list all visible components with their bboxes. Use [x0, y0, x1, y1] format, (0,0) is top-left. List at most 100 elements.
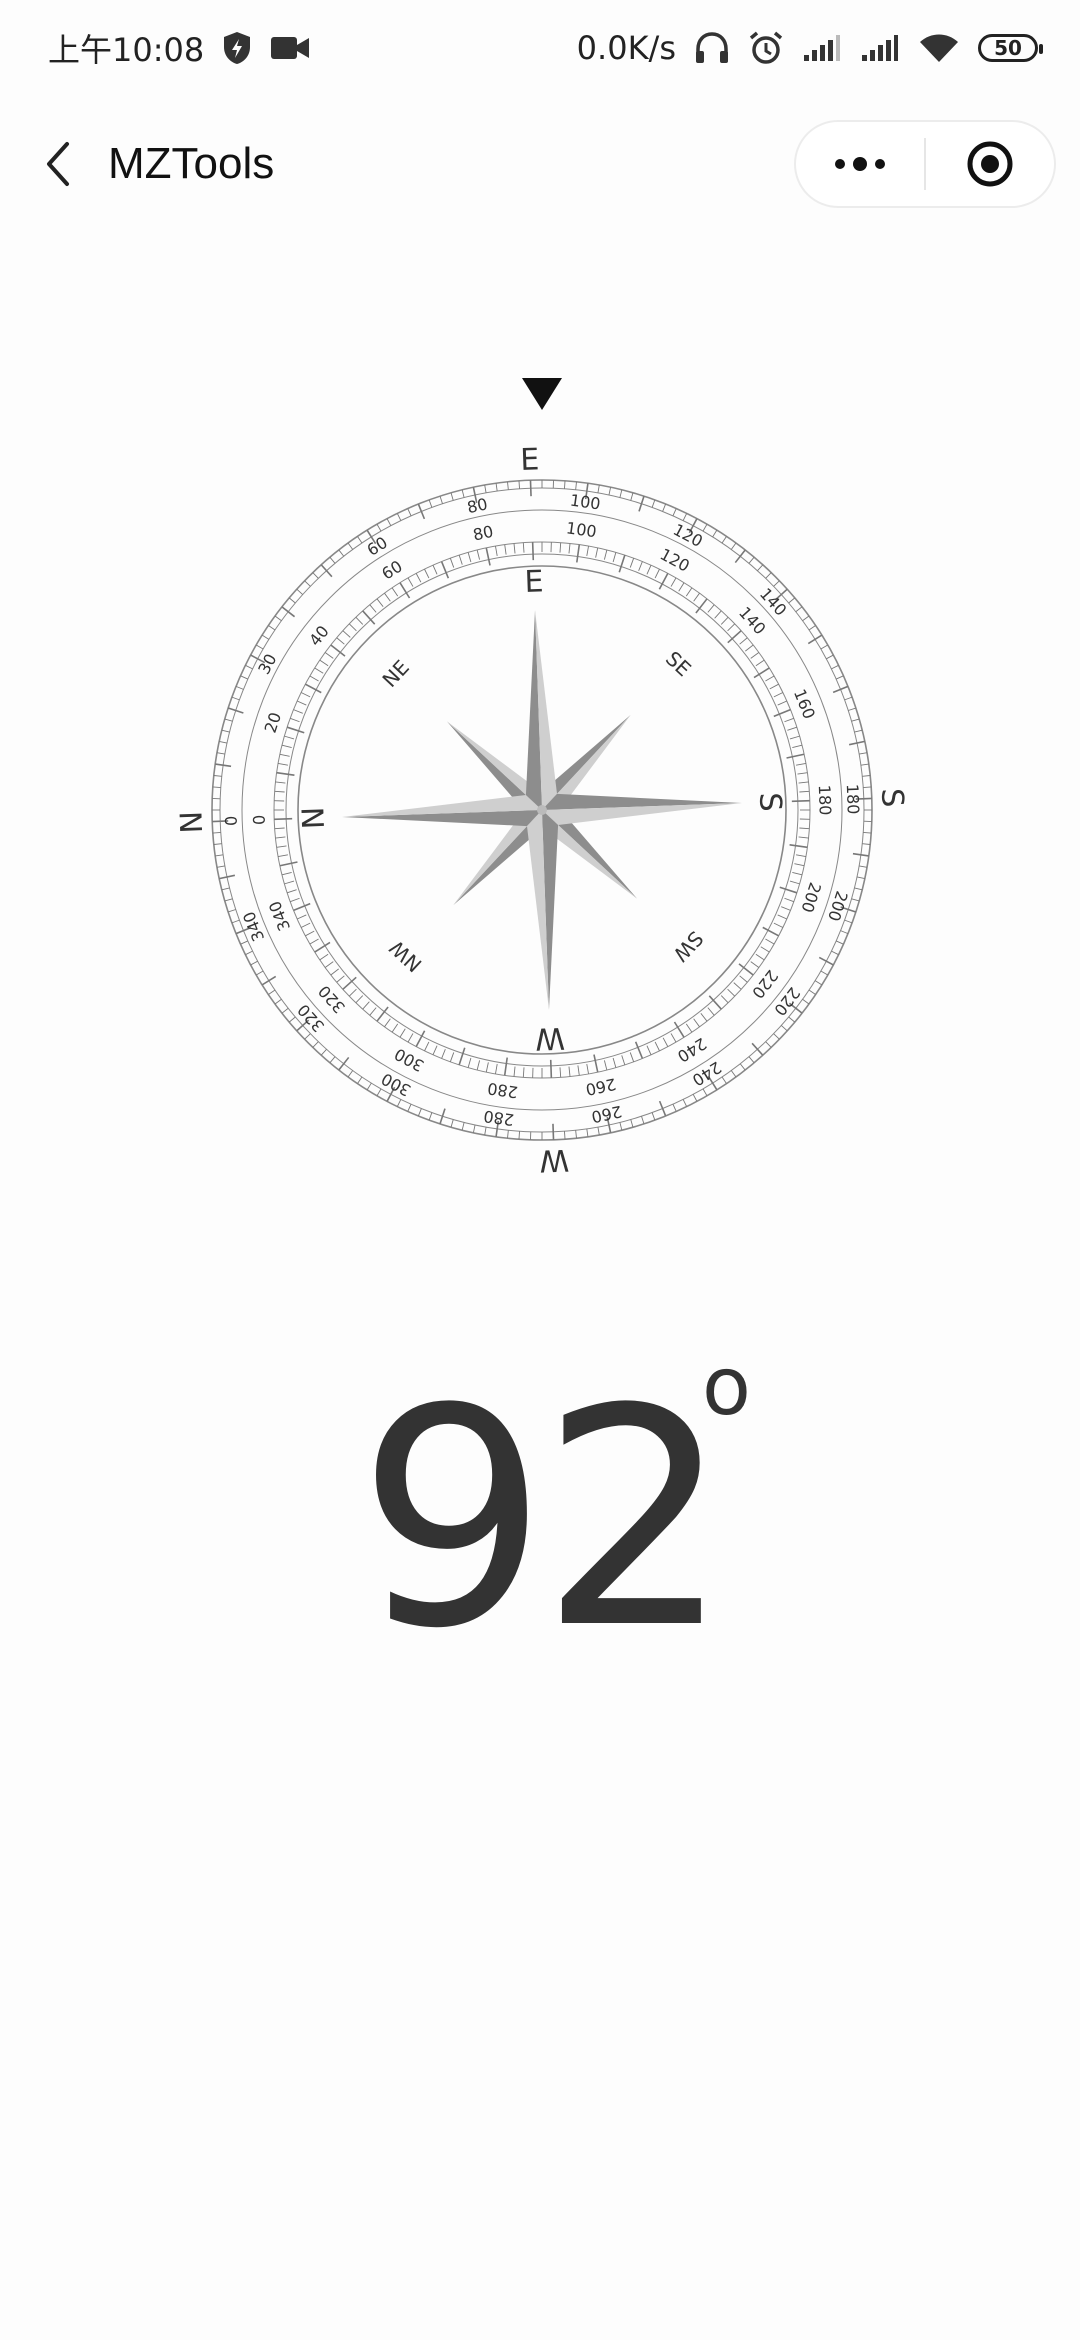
- inner-tick: [777, 914, 788, 920]
- inner-degree-label: 0: [250, 814, 269, 825]
- outer-tick: [296, 588, 304, 595]
- inner-tick: [309, 675, 319, 682]
- outer-tick: [507, 481, 509, 490]
- inner-tick: [476, 1060, 481, 1071]
- inner-tick: [407, 577, 414, 587]
- outer-tick: [712, 529, 718, 538]
- signal-icon: [860, 33, 900, 63]
- outer-degree-label: 60: [364, 533, 391, 560]
- close-button[interactable]: [926, 122, 1054, 206]
- inner-tick: [769, 683, 779, 690]
- inner-tick: [504, 544, 507, 555]
- inner-tick: [391, 1023, 399, 1033]
- target-close-icon: [967, 141, 1013, 187]
- signal-icon: [802, 33, 842, 63]
- inner-tick: [336, 975, 345, 983]
- inner-degree-label: 180: [815, 785, 835, 816]
- triangle-down-icon: [522, 378, 562, 410]
- intercardinal-label: SE: [661, 646, 696, 681]
- inner-tick: [336, 637, 345, 645]
- more-button[interactable]: [796, 122, 924, 206]
- inner-tick: [274, 790, 285, 793]
- inner-degree-label: 40: [305, 622, 333, 650]
- inner-tick: [276, 771, 295, 776]
- inner-tick: [305, 930, 315, 937]
- status-time: 上午10:08: [48, 31, 205, 69]
- outer-tick: [304, 1033, 311, 1040]
- outer-degree-label: 340: [239, 909, 268, 944]
- inner-tick: [707, 1007, 715, 1016]
- outer-tick: [808, 625, 816, 631]
- back-button[interactable]: [28, 134, 88, 194]
- inner-tick: [415, 573, 422, 583]
- outer-tick: [848, 707, 856, 711]
- status-right: 0.0K/s 50: [577, 29, 1043, 67]
- outer-tick: [216, 865, 225, 868]
- inner-tick: [707, 604, 715, 613]
- outer-tick: [851, 898, 860, 902]
- outer-tick: [288, 1016, 296, 1023]
- title-bar: MZTools: [0, 110, 1080, 220]
- outer-tick: [802, 615, 810, 622]
- outer-tick: [255, 644, 264, 650]
- outer-tick: [338, 1056, 350, 1071]
- outer-tick: [472, 1124, 476, 1133]
- outer-tick: [692, 1094, 698, 1102]
- outer-tick: [228, 909, 236, 913]
- outer-cardinal-label: N: [174, 810, 210, 834]
- inner-tick: [399, 1028, 406, 1038]
- outer-tick: [507, 1130, 509, 1139]
- outer-tick: [820, 644, 829, 650]
- outer-tick: [641, 1116, 645, 1124]
- outer-degree-label: 180: [843, 784, 863, 815]
- shield-icon: [222, 31, 252, 65]
- inner-tick: [727, 988, 736, 997]
- outer-tick: [552, 1123, 555, 1140]
- inner-tick: [531, 542, 535, 561]
- outer-tick: [826, 654, 834, 660]
- outer-tick: [586, 1128, 589, 1137]
- inner-tick: [727, 623, 736, 632]
- outer-tick: [216, 752, 225, 755]
- inner-tick: [324, 961, 334, 968]
- inner-tick: [330, 968, 339, 976]
- outer-tick: [250, 960, 258, 966]
- inner-tick: [662, 1037, 669, 1047]
- inner-tick: [792, 871, 803, 876]
- inner-tick: [355, 995, 364, 1004]
- outer-tick: [734, 549, 746, 564]
- inner-tick: [603, 1060, 608, 1071]
- inner-tick: [755, 953, 765, 961]
- intercardinal-label: NW: [385, 936, 427, 977]
- inner-tick: [796, 854, 807, 857]
- inner-tick: [485, 1062, 489, 1073]
- inner-tick: [789, 844, 808, 849]
- outer-tick: [312, 572, 319, 579]
- outer-tick: [831, 664, 839, 670]
- inner-tick: [595, 547, 599, 558]
- outer-tick: [862, 843, 871, 845]
- outer-tick: [575, 1130, 577, 1139]
- outer-tick: [730, 1070, 737, 1078]
- inner-degree-label: 280: [486, 1079, 519, 1102]
- outer-tick: [619, 489, 623, 498]
- inner-tick: [586, 1064, 589, 1075]
- outer-tick: [808, 989, 816, 995]
- outer-tick: [224, 898, 233, 902]
- inner-tick: [276, 845, 287, 848]
- outer-tick: [347, 542, 354, 550]
- inner-tick: [646, 1045, 652, 1056]
- outer-tick: [780, 1025, 788, 1032]
- inner-tick: [755, 659, 765, 667]
- inner-tick: [685, 1023, 693, 1033]
- outer-tick: [859, 752, 868, 755]
- rose-center: [537, 805, 547, 815]
- inner-tick: [629, 558, 635, 568]
- inner-tick: [467, 1057, 472, 1068]
- outer-tick: [739, 1063, 746, 1071]
- outer-tick: [376, 523, 382, 532]
- inner-tick: [467, 552, 472, 563]
- inner-tick: [789, 735, 800, 740]
- inner-tick: [319, 659, 329, 667]
- outer-tick: [721, 1076, 727, 1084]
